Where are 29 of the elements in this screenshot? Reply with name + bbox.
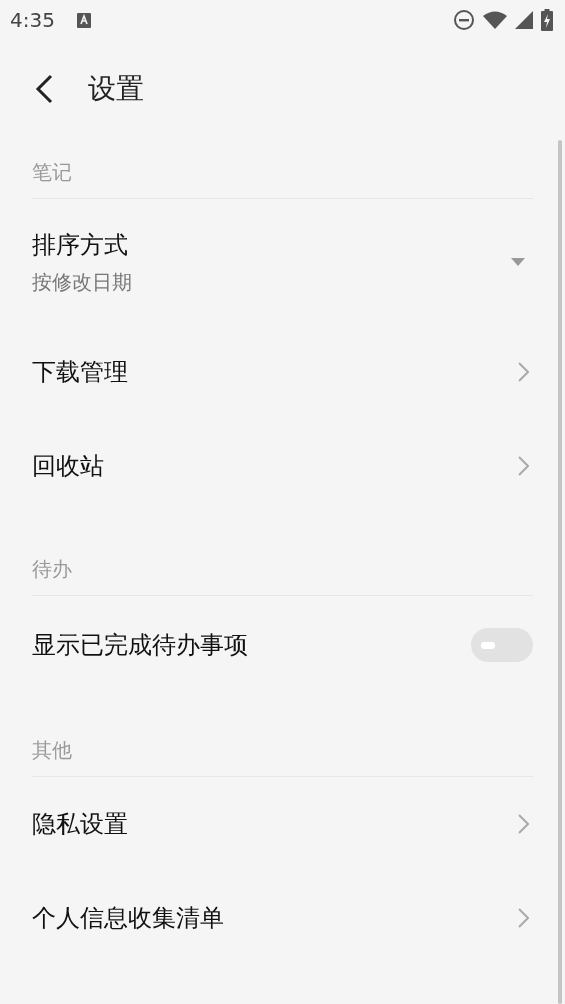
do-not-disturb-icon (453, 9, 475, 31)
page-title: 设置 (88, 71, 144, 107)
setting-title: 个人信息收集清单 (32, 903, 224, 934)
setting-title: 排序方式 (32, 229, 129, 261)
setting-title: 下载管理 (32, 357, 128, 388)
setting-title: 隐私设置 (32, 809, 128, 840)
section-title: 待办 (32, 556, 72, 583)
dropdown-icon (511, 258, 525, 266)
setting-value: 按修改日期 (32, 268, 132, 296)
toggle-switch[interactable] (471, 628, 533, 662)
setting-title: 回收站 (32, 451, 104, 482)
chevron-right-icon (518, 456, 529, 476)
setting-row[interactable]: 隐私设置 (0, 777, 565, 871)
setting-row[interactable]: 下载管理 (0, 325, 565, 419)
status-time: 4:35 (10, 8, 55, 32)
chevron-right-icon (518, 814, 529, 834)
section-title: 其他 (32, 737, 72, 764)
chevron-right-icon (518, 908, 529, 928)
section-title: 笔记 (32, 159, 72, 186)
setting-title: 显示已完成待办事项 (32, 630, 248, 661)
setting-row[interactable]: 回收站 (0, 419, 565, 513)
sort-setting-row[interactable]: 排序方式 按修改日期 (0, 199, 565, 325)
signal-icon (515, 11, 533, 29)
setting-row[interactable]: 个人信息收集清单 (0, 871, 565, 965)
notification-icon (76, 12, 91, 28)
chevron-right-icon (518, 362, 529, 382)
scrollbar[interactable] (558, 140, 562, 1004)
wifi-icon (483, 11, 507, 29)
battery-icon (541, 9, 553, 31)
